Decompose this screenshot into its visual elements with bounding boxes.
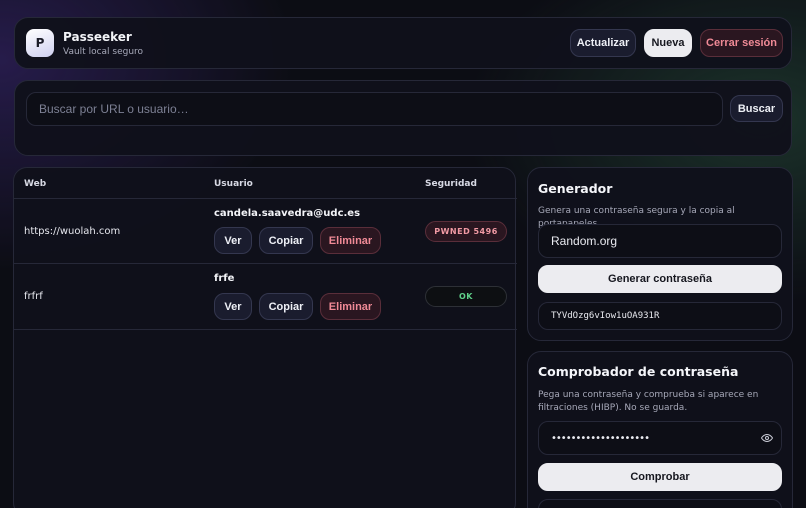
row-user: frfe: [214, 273, 235, 284]
header-divider: [14, 198, 517, 199]
delete-button[interactable]: Eliminar: [320, 293, 381, 320]
row-divider: [14, 329, 517, 330]
app-name: Passeeker: [63, 30, 132, 44]
column-header-user: Usuario: [214, 179, 253, 189]
column-header-security: Seguridad: [425, 179, 477, 189]
column-header-web: Web: [24, 179, 47, 189]
generator-title: Generador: [538, 181, 613, 196]
search-panel: Buscar: [14, 80, 792, 156]
row-user: candela.saavedra@udc.es: [214, 208, 361, 219]
row-web: https://wuolah.com: [24, 226, 121, 237]
search-input[interactable]: [26, 92, 723, 126]
password-check-input[interactable]: ••••••••••••••••••••: [538, 421, 782, 455]
search-button[interactable]: Buscar: [730, 95, 783, 122]
checker-description: Pega una contraseña y comprueba si apare…: [538, 390, 759, 413]
refresh-button[interactable]: Actualizar: [570, 29, 636, 57]
generated-password-field[interactable]: TYVdOzg6vIow1uOA931R: [538, 302, 782, 330]
new-entry-button[interactable]: Nueva: [644, 29, 692, 57]
row-web: frfrf: [24, 291, 43, 302]
logout-button[interactable]: Cerrar sesión: [700, 29, 783, 57]
vault-table: Web Usuario Seguridad https://wuolah.com…: [13, 167, 517, 508]
generator-panel: Generador Genera una contraseña segura y…: [527, 167, 793, 341]
checker-panel: Comprobador de contraseña Pega una contr…: [527, 351, 793, 508]
eye-icon[interactable]: [761, 432, 773, 444]
app-logo: P: [26, 29, 54, 57]
security-badge: OK: [425, 286, 507, 307]
app-header: P Passeeker Vault local seguro Actualiza…: [14, 17, 792, 69]
check-password-button[interactable]: Comprobar: [538, 463, 782, 491]
copy-button[interactable]: Copiar: [259, 227, 313, 254]
checker-title: Comprobador de contraseña: [538, 364, 739, 379]
check-result-field: [538, 499, 782, 508]
security-badge: PWNED 5496: [425, 221, 507, 242]
copy-button[interactable]: Copiar: [259, 293, 313, 320]
row-divider: [14, 263, 517, 264]
app-subtitle: Vault local seguro: [63, 47, 144, 57]
password-mask: ••••••••••••••••••••: [551, 432, 650, 444]
generator-source-field[interactable]: Random.org: [538, 224, 782, 258]
delete-button[interactable]: Eliminar: [320, 227, 381, 254]
generate-password-button[interactable]: Generar contraseña: [538, 265, 782, 293]
view-button[interactable]: Ver: [214, 227, 252, 254]
view-button[interactable]: Ver: [214, 293, 252, 320]
